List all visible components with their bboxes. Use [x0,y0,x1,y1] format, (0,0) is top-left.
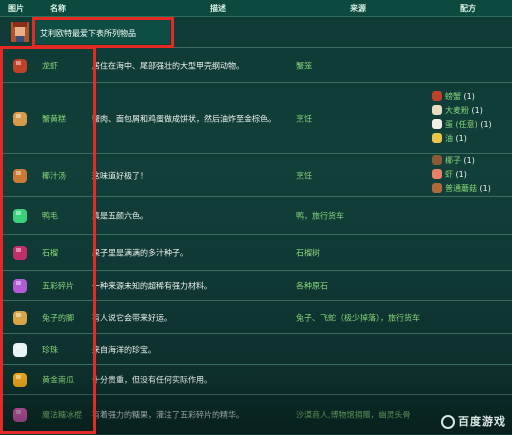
header-description: 描述 [210,4,226,13]
item-name[interactable]: 珍珠 [42,344,58,355]
item-description: 蟹肉、面包屑和鸡蛋做成饼状，然后油炸至金棕色。 [92,114,276,123]
recipe-ingredient[interactable]: 蛋 (任意) [445,120,478,129]
recipe-ingredient[interactable]: 椰子 [445,156,461,165]
pomegranate-icon [13,246,27,260]
egg-icon [432,119,442,129]
item-name[interactable]: 蟹黄糕 [42,113,66,124]
item-source[interactable]: 烹饪 [296,113,312,124]
watermark-text: 百度游戏 [458,415,506,428]
wheat-flour-icon [432,105,442,115]
table-row: 兔子的脚 有人说它会带来好运。 兔子、飞蛇（极少掉落），旅行货车 [0,300,512,334]
watermark: 百度游戏 [441,413,506,429]
coconut-soup-icon [13,168,27,183]
recipe-item[interactable]: 螃蟹 (1) [432,90,492,104]
table-row: 珍珠 来自海洋的珍宝。 [0,333,512,365]
background-grass [0,374,512,434]
crab-cakes-icon [13,111,27,126]
item-name[interactable]: 龙虾 [42,60,58,71]
recipe-quantity: (1) [471,105,483,115]
item-description: 一种来源未知的超稀有强力材料。 [92,281,212,291]
recipe-quantity: (1) [455,133,467,143]
item-name[interactable]: 椰汁汤 [42,170,66,181]
recipe-quantity: (1) [463,155,475,165]
item-source[interactable]: 兔子、飞蛇（极少掉落），旅行货车 [296,312,420,323]
recipe-item[interactable]: 普通蘑菇 (1) [432,182,491,196]
table-row: 龙虾 居住在海中、尾部强壮的大型甲壳纲动物。 蟹笼 [0,47,512,83]
table-row: 鸭毛 真是五颜六色。 鸭，旅行货车 [0,196,512,235]
pearl-icon [13,342,27,357]
oil-icon [432,133,442,143]
item-source[interactable]: 蟹笼 [296,60,312,71]
recipe-ingredient[interactable]: 虾 [445,170,453,179]
table-row: 石榴 果子里是满满的多汁种子。 石榴树 [0,234,512,271]
item-description: 果子里是满满的多汁种子。 [92,248,188,258]
item-name[interactable]: 兔子的脚 [42,312,74,323]
shrimp-icon [432,169,442,179]
recipe-item[interactable]: 虾 (1) [432,168,491,182]
recipe-quantity: (1) [480,119,492,129]
recipe-quantity: (1) [455,169,467,179]
recipe-item[interactable]: 油 (1) [432,132,492,146]
item-description: 有人说它会带来好运。 [92,313,172,322]
item-name[interactable]: 五彩碎片 [42,281,74,292]
item-name[interactable]: 石榴 [42,248,58,259]
item-description: 居住在海中、尾部强壮的大型甲壳纲动物。 [92,61,244,70]
title-note: 艾利欧特最爱下表所列物品 [40,29,136,38]
watermark-logo-icon [441,415,455,429]
item-source[interactable]: 各种原石 [296,281,328,292]
rabbits-foot-icon [13,310,27,325]
mushroom-icon [432,183,442,193]
recipe-list: 螃蟹 (1) 大麦粉 (1) 蛋 (任意) (1) 油 (1) [432,90,492,146]
recipe-list: 椰子 (1) 虾 (1) 普通蘑菇 (1) [432,154,491,196]
recipe-ingredient[interactable]: 螃蟹 [445,92,461,101]
prismatic-shard-icon [13,279,27,293]
duck-feather-icon [13,209,27,223]
item-name[interactable]: 鸭毛 [42,211,58,222]
recipe-quantity: (1) [479,183,491,193]
crab-icon [432,91,442,101]
recipe-ingredient[interactable]: 大麦粉 [445,106,469,115]
item-description: 真是五颜六色。 [92,211,148,221]
recipe-ingredient[interactable]: 油 [445,134,453,143]
coconut-icon [432,155,442,165]
table-header: 图片 名称 描述 来源 配方 [0,0,512,17]
recipe-item[interactable]: 蛋 (任意) (1) [432,118,492,132]
header-image: 图片 [8,4,24,13]
recipe-quantity: (1) [463,91,475,101]
table-row: 五彩碎片 一种来源未知的超稀有强力材料。 各种原石 [0,270,512,301]
recipe-item[interactable]: 椰子 (1) [432,154,491,168]
elliott-portrait-icon [11,21,29,42]
item-source[interactable]: 鸭，旅行货车 [296,211,344,222]
recipe-item[interactable]: 大麦粉 (1) [432,104,492,118]
item-source[interactable]: 石榴树 [296,248,320,259]
header-source: 来源 [350,4,366,13]
item-description: 来自海洋的珍宝。 [92,345,156,354]
header-recipe: 配方 [460,4,476,13]
header-name: 名称 [50,4,66,13]
recipe-ingredient[interactable]: 普通蘑菇 [445,184,477,193]
item-source[interactable]: 烹饪 [296,170,312,181]
lobster-icon [13,58,27,73]
item-description: 这味道好极了！ [92,171,148,180]
